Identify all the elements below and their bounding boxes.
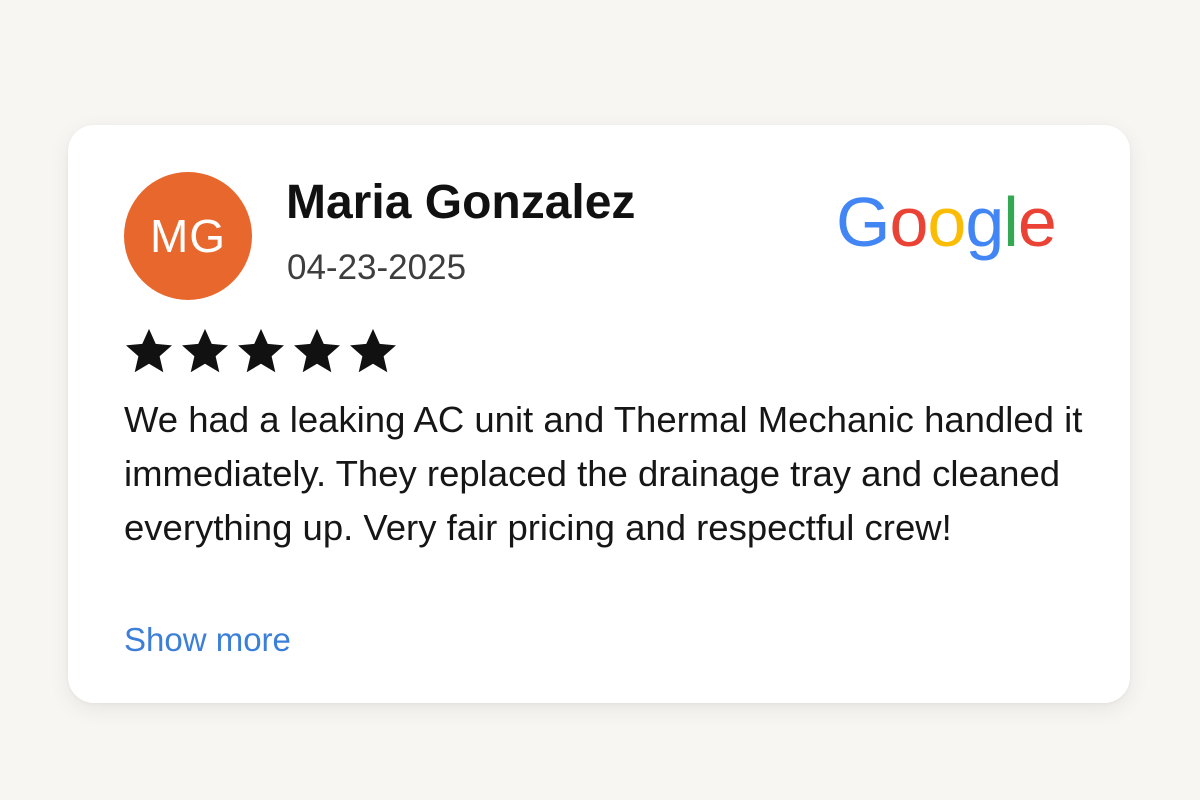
google-logo-icon: G o o g l e xyxy=(836,177,1057,267)
star-rating xyxy=(123,325,399,377)
google-logo-letter: g xyxy=(965,183,1004,261)
review-card: MG Maria Gonzalez 04-23-2025 G o o g l e… xyxy=(68,125,1130,703)
star-icon xyxy=(126,328,172,373)
google-logo-letter: o xyxy=(927,183,966,261)
avatar: MG xyxy=(124,172,252,300)
google-logo-letter: G xyxy=(836,183,890,261)
star-icon xyxy=(182,328,228,373)
google-logo-letter: e xyxy=(1017,183,1057,261)
star-icon xyxy=(238,328,284,373)
show-more-link[interactable]: Show more xyxy=(124,621,291,659)
review-text: We had a leaking AC unit and Thermal Mec… xyxy=(124,399,1083,548)
review-date: 04-23-2025 xyxy=(287,248,467,287)
reviewer-name: Maria Gonzalez xyxy=(286,176,636,229)
star-icon xyxy=(350,328,396,373)
google-logo-letter: o xyxy=(889,183,928,261)
google-logo-letter: l xyxy=(1003,183,1019,261)
star-icon xyxy=(294,328,340,373)
